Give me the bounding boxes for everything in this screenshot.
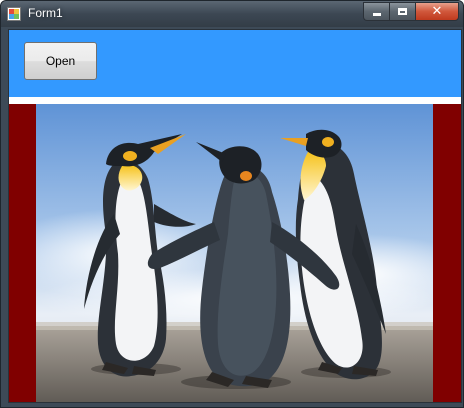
window-title: Form1 xyxy=(28,6,63,20)
app-icon[interactable] xyxy=(7,7,21,21)
picture-box xyxy=(9,104,461,402)
minimize-icon xyxy=(372,13,381,16)
top-panel: Open xyxy=(9,30,461,97)
minimize-button[interactable] xyxy=(363,2,389,21)
penguins-photo xyxy=(36,104,433,402)
close-icon: ✕ xyxy=(431,4,443,19)
caption-buttons: ✕ xyxy=(363,2,459,21)
maximize-button[interactable] xyxy=(389,2,415,21)
maximize-icon xyxy=(398,8,407,15)
open-button[interactable]: Open xyxy=(24,42,97,80)
title-bar[interactable]: Form1 ✕ xyxy=(1,1,463,27)
close-button[interactable]: ✕ xyxy=(415,2,459,21)
form-window: Form1 ✕ Open xyxy=(0,0,464,408)
form-client-area: Open xyxy=(8,29,462,403)
